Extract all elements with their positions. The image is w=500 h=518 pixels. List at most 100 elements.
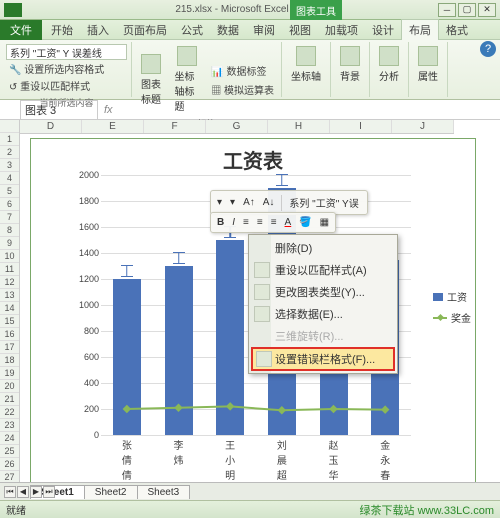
row-header[interactable]: 19 xyxy=(0,367,19,380)
sheet-tab-2[interactable]: Sheet2 xyxy=(84,485,138,499)
tab-insert[interactable]: 插入 xyxy=(80,20,116,40)
menu-3d-rotate: 三维旋转(R)... xyxy=(251,325,395,347)
row-header[interactable]: 3 xyxy=(0,159,19,172)
mini-bold[interactable]: B xyxy=(214,216,227,229)
menu-change-chart-type[interactable]: 更改图表类型(Y)... xyxy=(251,281,395,303)
axes-button[interactable]: 坐标轴 xyxy=(286,44,326,85)
col-header[interactable]: I xyxy=(330,120,392,133)
tab-home[interactable]: 开始 xyxy=(44,20,80,40)
tab-addin[interactable]: 加载项 xyxy=(318,20,365,40)
menu-select-data[interactable]: 选择数据(E)... xyxy=(251,303,395,325)
tab-layout[interactable]: 布局 xyxy=(401,19,439,40)
sheet-tab-bar: ⏮ ◀ ▶ ⏭ Sheet1 Sheet2 Sheet3 xyxy=(0,482,500,500)
col-header[interactable]: E xyxy=(82,120,144,133)
row-header[interactable]: 14 xyxy=(0,302,19,315)
chart-type-icon xyxy=(254,284,270,300)
row-header[interactable]: 17 xyxy=(0,341,19,354)
row-header[interactable]: 26 xyxy=(0,458,19,471)
row-header[interactable]: 24 xyxy=(0,432,19,445)
row-header[interactable]: 22 xyxy=(0,406,19,419)
row-header[interactable]: 7 xyxy=(0,211,19,224)
mini-align-center[interactable]: ≡ xyxy=(254,216,266,229)
title-bar: 215.xlsx - Microsoft Excel 图表工具 ─ ▢ ✕ xyxy=(0,0,500,20)
axis-title-button[interactable]: 坐标轴标题 xyxy=(170,44,206,115)
mini-series-label: 系列 "工资" Y误 xyxy=(286,194,361,211)
tab-design[interactable]: 设计 xyxy=(365,20,401,40)
row-header[interactable]: 1 xyxy=(0,133,19,146)
chart-legend[interactable]: 工资 奖金 xyxy=(433,289,471,331)
mini-toolbar-row2[interactable]: B I ≡ ≡ ≡ A 🪣 ▦ xyxy=(210,212,336,233)
row-header[interactable]: 23 xyxy=(0,419,19,432)
row-header[interactable]: 13 xyxy=(0,289,19,302)
name-box[interactable]: 图表 3 xyxy=(20,100,98,120)
mini-italic[interactable]: I xyxy=(229,216,238,229)
row-header[interactable]: 16 xyxy=(0,328,19,341)
menu-reset-style[interactable]: 重设以匹配样式(A) xyxy=(251,259,395,281)
maximize-button[interactable]: ▢ xyxy=(458,3,476,17)
mini-align-left[interactable]: ≡ xyxy=(240,216,252,229)
col-header[interactable]: F xyxy=(144,120,206,133)
chart-element-dropdown[interactable]: 系列 "工资" Y 误差线 xyxy=(6,44,127,60)
menu-format-error-bars[interactable]: 设置错误栏格式(F)... xyxy=(251,347,395,371)
row-header[interactable]: 21 xyxy=(0,393,19,406)
menu-delete[interactable]: 删除(D) xyxy=(251,237,395,259)
y-axis[interactable]: 0200400600800100012001400160018002000 xyxy=(71,175,101,435)
sim-table-button[interactable]: ▦ 模拟运算表 xyxy=(208,81,277,98)
row-header[interactable]: 20 xyxy=(0,380,19,393)
sheet-tab-3[interactable]: Sheet3 xyxy=(137,485,191,499)
x-axis-labels[interactable]: 张倩倩李炜王小明刘晨超赵玉华金永春 xyxy=(101,437,411,482)
tab-view[interactable]: 视图 xyxy=(282,20,318,40)
mini-border[interactable]: ▦ xyxy=(317,216,332,229)
chart-title-button[interactable]: 图表标题 xyxy=(136,52,167,108)
format-selection-button[interactable]: 🔧 设置所选内容格式 xyxy=(6,60,127,77)
mini-grow-font[interactable]: A↑ xyxy=(240,196,258,209)
mini-align-right[interactable]: ≡ xyxy=(268,216,280,229)
sheet-nav-last[interactable]: ⏭ xyxy=(43,486,55,498)
worksheet-grid[interactable]: D E F G H I J 12345678910111213141516171… xyxy=(0,120,500,515)
properties-button[interactable]: 属性 xyxy=(413,44,443,85)
row-headers: 1234567891011121314151617181920212223242… xyxy=(0,120,20,515)
row-header[interactable]: 18 xyxy=(0,354,19,367)
row-header[interactable]: 10 xyxy=(0,250,19,263)
tab-format[interactable]: 格式 xyxy=(439,20,475,40)
background-icon xyxy=(340,46,360,66)
mini-font-dropdown[interactable]: ▾ xyxy=(214,196,225,209)
row-header[interactable]: 11 xyxy=(0,263,19,276)
row-header[interactable]: 2 xyxy=(0,146,19,159)
analysis-button[interactable]: 分析 xyxy=(374,44,404,85)
row-header[interactable]: 6 xyxy=(0,198,19,211)
tab-review[interactable]: 审阅 xyxy=(246,20,282,40)
sheet-nav-first[interactable]: ⏮ xyxy=(4,486,16,498)
row-header[interactable]: 4 xyxy=(0,172,19,185)
col-header[interactable]: G xyxy=(206,120,268,133)
tab-file[interactable]: 文件 xyxy=(0,20,42,40)
mini-shrink-font[interactable]: A↓ xyxy=(260,196,278,209)
tab-data[interactable]: 数据 xyxy=(210,20,246,40)
col-header[interactable]: D xyxy=(20,120,82,133)
help-icon[interactable]: ? xyxy=(480,41,496,57)
row-header[interactable]: 25 xyxy=(0,445,19,458)
col-header[interactable]: H xyxy=(268,120,330,133)
mini-font-color[interactable]: A xyxy=(282,216,295,229)
tab-formula[interactable]: 公式 xyxy=(174,20,210,40)
close-button[interactable]: ✕ xyxy=(478,3,496,17)
analysis-icon xyxy=(379,46,399,66)
minimize-button[interactable]: ─ xyxy=(438,3,456,17)
row-header[interactable]: 15 xyxy=(0,315,19,328)
fx-icon[interactable]: fx xyxy=(98,104,119,116)
data-label-button[interactable]: 📊 数据标签 xyxy=(208,62,277,79)
sheet-nav-next[interactable]: ▶ xyxy=(30,486,42,498)
x-label: 李炜 xyxy=(153,437,205,482)
format-error-icon xyxy=(256,351,272,367)
row-header[interactable]: 9 xyxy=(0,237,19,250)
background-button[interactable]: 背景 xyxy=(335,44,365,85)
mini-size-dropdown[interactable]: ▾ xyxy=(227,196,238,209)
row-header[interactable]: 8 xyxy=(0,224,19,237)
reset-match-style-button[interactable]: ↺ 重设以匹配样式 xyxy=(6,77,127,94)
sheet-nav-prev[interactable]: ◀ xyxy=(17,486,29,498)
row-header[interactable]: 12 xyxy=(0,276,19,289)
row-header[interactable]: 5 xyxy=(0,185,19,198)
mini-fill-color[interactable]: 🪣 xyxy=(296,216,314,229)
tab-page-layout[interactable]: 页面布局 xyxy=(116,20,174,40)
col-header[interactable]: J xyxy=(392,120,454,133)
